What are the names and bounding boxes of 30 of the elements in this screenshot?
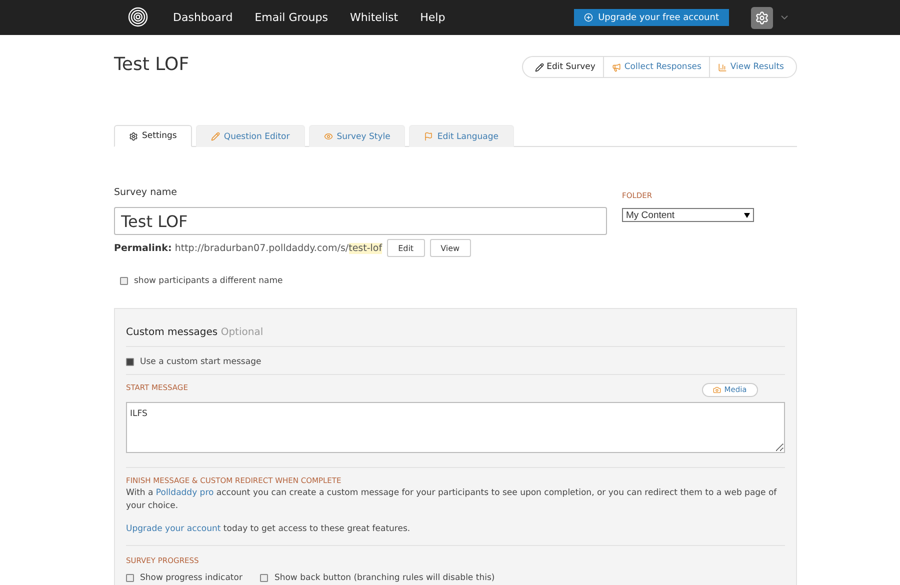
checkbox-option[interactable]: show participants a different name xyxy=(120,276,797,286)
folder-select[interactable]: My Content xyxy=(622,208,754,222)
pro-link[interactable]: Polldaddy pro xyxy=(156,488,214,498)
field-label: Survey name xyxy=(114,187,178,198)
tab[interactable]: Edit Language xyxy=(409,125,514,147)
nav-link[interactable]: Help xyxy=(420,11,446,24)
permalink-button[interactable]: Edit xyxy=(387,239,425,257)
action-link[interactable]: Collect Responses xyxy=(603,57,710,77)
action-link[interactable]: Edit Survey xyxy=(526,57,604,77)
nav-link[interactable]: Dashboard xyxy=(173,11,233,24)
finish-description: With a Polldaddy pro account you can create a custom message for your participants to see upon completion, or you can redirect them to a web page of your choice. xyxy=(126,487,778,512)
tab[interactable]: Question Editor xyxy=(196,125,305,147)
checkbox-option[interactable]: Show progress indicator xyxy=(126,573,242,584)
survey-name-field[interactable]: Test LOF xyxy=(114,207,607,235)
tab[interactable]: Survey Style xyxy=(308,125,406,147)
permalink-slug: test-lof xyxy=(348,242,382,254)
action-link[interactable]: View Results xyxy=(709,57,792,77)
upgrade-link[interactable]: Upgrade your account xyxy=(126,524,221,534)
nav-link[interactable]: Whitelist xyxy=(350,11,398,24)
permalink-button[interactable]: View xyxy=(430,239,471,257)
permalink-text: Permalink: http://bradurban07.polldaddy.com/s/ xyxy=(114,242,349,254)
checkbox-option[interactable]: Use a custom start message xyxy=(126,357,785,367)
panel-title: Custom messages Optional xyxy=(126,327,785,347)
upgrade-button[interactable]: Upgrade your free account xyxy=(574,9,729,26)
nav-link[interactable]: Email Groups xyxy=(254,11,328,24)
start-message-field[interactable]: ILFS xyxy=(126,402,785,453)
survey-title: Test LOF xyxy=(114,54,190,75)
tab[interactable]: Settings xyxy=(114,125,192,147)
upgrade-description: Upgrade your account today to get access to these great features. xyxy=(126,522,412,536)
checkbox-option[interactable]: Show back button (branching rules will disable this) xyxy=(260,573,495,584)
